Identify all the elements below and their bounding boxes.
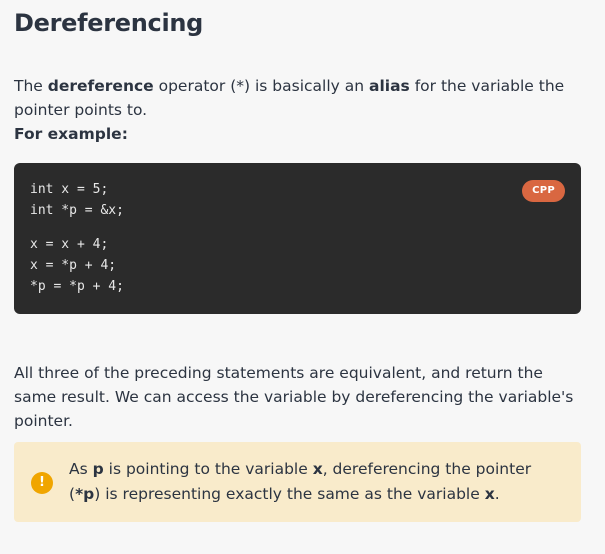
callout-text: As p is pointing to the variable x, dere… [69, 457, 565, 507]
term-dereference: dereference [47, 77, 154, 95]
callout-text-2: is pointing to the variable [103, 460, 313, 478]
code-line: *p = *p + 4; [30, 279, 124, 294]
callout-text-1: As [69, 460, 93, 478]
warning-icon: ! [31, 472, 53, 494]
callout-bold-star-p: *p [75, 485, 95, 503]
callout-text-5: . [494, 485, 500, 503]
page-title: Dereferencing [14, 9, 204, 37]
code-block: int x = 5; int *p = &x; x = x + 4; x = *… [14, 163, 581, 314]
code-line: x = *p + 4; [30, 258, 117, 273]
intro-paragraph: The dereference operator (*) is basicall… [14, 74, 581, 122]
intro-text-1: The [14, 77, 48, 95]
code-line: x = x + 4; [30, 237, 109, 252]
code-line: int x = 5; [30, 182, 109, 197]
callout-bold-x: x [312, 460, 323, 478]
term-alias: alias [369, 77, 410, 95]
callout-bold-x-2: x [484, 485, 495, 503]
callout-bold-p: p [92, 460, 104, 478]
intro-text-2: operator (*) is basically an [153, 77, 369, 95]
code-lines: int x = 5; int *p = &x; x = x + 4; x = *… [30, 179, 124, 297]
language-badge: CPP [522, 180, 565, 202]
example-label: For example: [14, 125, 128, 143]
callout-text-4: ) is representing exactly the same as th… [94, 485, 485, 503]
code-line: int *p = &x; [30, 203, 124, 218]
note-callout: ! As p is pointing to the variable x, de… [14, 442, 581, 522]
summary-paragraph: All three of the preceding statements ar… [14, 364, 574, 430]
